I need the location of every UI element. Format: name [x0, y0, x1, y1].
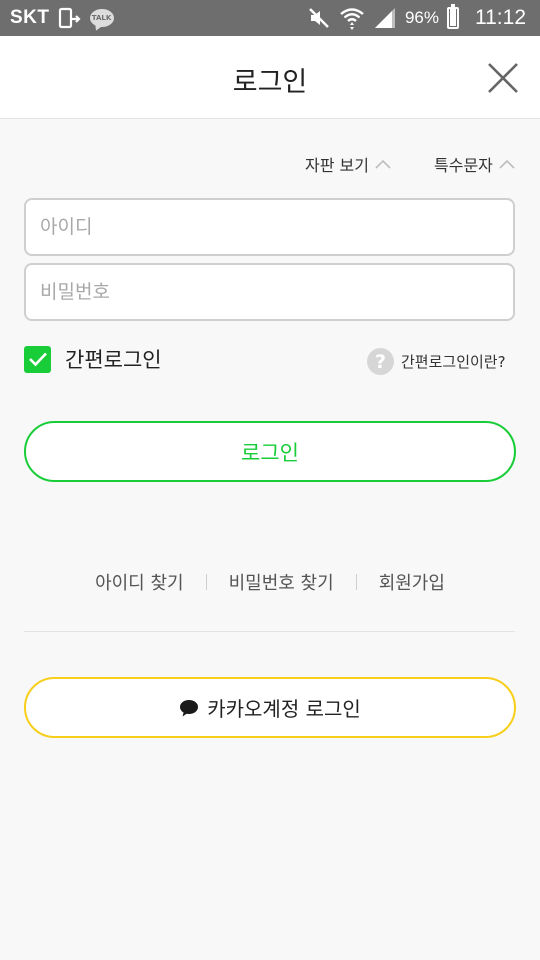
- battery-fill: [450, 8, 456, 26]
- chevron-up-icon: [375, 159, 391, 169]
- keep-login-label: 간편로그인: [65, 348, 162, 372]
- kakao-login-button[interactable]: 카카오계정 로그인: [24, 677, 516, 738]
- special-chars-label: 특수문자: [434, 156, 493, 175]
- page-title: 로그인: [232, 67, 308, 98]
- status-bar-left: SKT TALK: [10, 0, 114, 36]
- link-divider: [205, 574, 207, 590]
- login-button[interactable]: 로그인: [24, 421, 516, 482]
- keep-login-help-link[interactable]: ? 간편로그인이란?: [367, 348, 506, 375]
- keep-login-help-label: 간편로그인이란?: [401, 353, 506, 371]
- sim-icon: [58, 7, 81, 29]
- talk-icon: TALK: [89, 9, 114, 27]
- battery-icon: [447, 4, 459, 29]
- clock: 11:12: [475, 6, 526, 29]
- account-links: 아이디 찾기 비밀번호 찾기 회원가입: [0, 569, 540, 595]
- close-icon[interactable]: [486, 61, 520, 95]
- link-divider: [355, 574, 357, 590]
- carrier-label: SKT: [10, 7, 50, 28]
- mute-icon: [309, 8, 329, 28]
- battery-percent: 96%: [404, 8, 439, 27]
- find-id-link[interactable]: 아이디 찾기: [95, 569, 184, 595]
- status-bar-right: 96% 11:12: [307, 0, 526, 36]
- section-divider: [24, 631, 515, 632]
- password-input[interactable]: [24, 263, 515, 321]
- chevron-up-icon: [499, 159, 515, 169]
- id-input[interactable]: [24, 198, 515, 256]
- kakao-login-label: 카카오계정 로그인: [207, 697, 361, 721]
- speech-bubble-icon: [180, 699, 199, 716]
- header: 로그인: [0, 36, 540, 119]
- signal-icon: [374, 8, 395, 28]
- special-chars-toggle[interactable]: 특수문자: [434, 152, 515, 176]
- question-icon: ?: [367, 348, 394, 375]
- keep-login-row: 간편로그인: [24, 344, 162, 374]
- wifi-icon: [340, 8, 364, 30]
- show-keyboard-toggle[interactable]: 자판 보기: [305, 152, 391, 176]
- checkmark-icon: [28, 352, 47, 367]
- status-bar: SKT TALK 96% 11:12: [0, 0, 540, 36]
- signup-link[interactable]: 회원가입: [379, 569, 445, 595]
- show-keyboard-label: 자판 보기: [305, 156, 369, 175]
- login-button-label: 로그인: [241, 440, 299, 465]
- find-password-link[interactable]: 비밀번호 찾기: [229, 569, 334, 595]
- keep-login-checkbox[interactable]: [24, 345, 51, 373]
